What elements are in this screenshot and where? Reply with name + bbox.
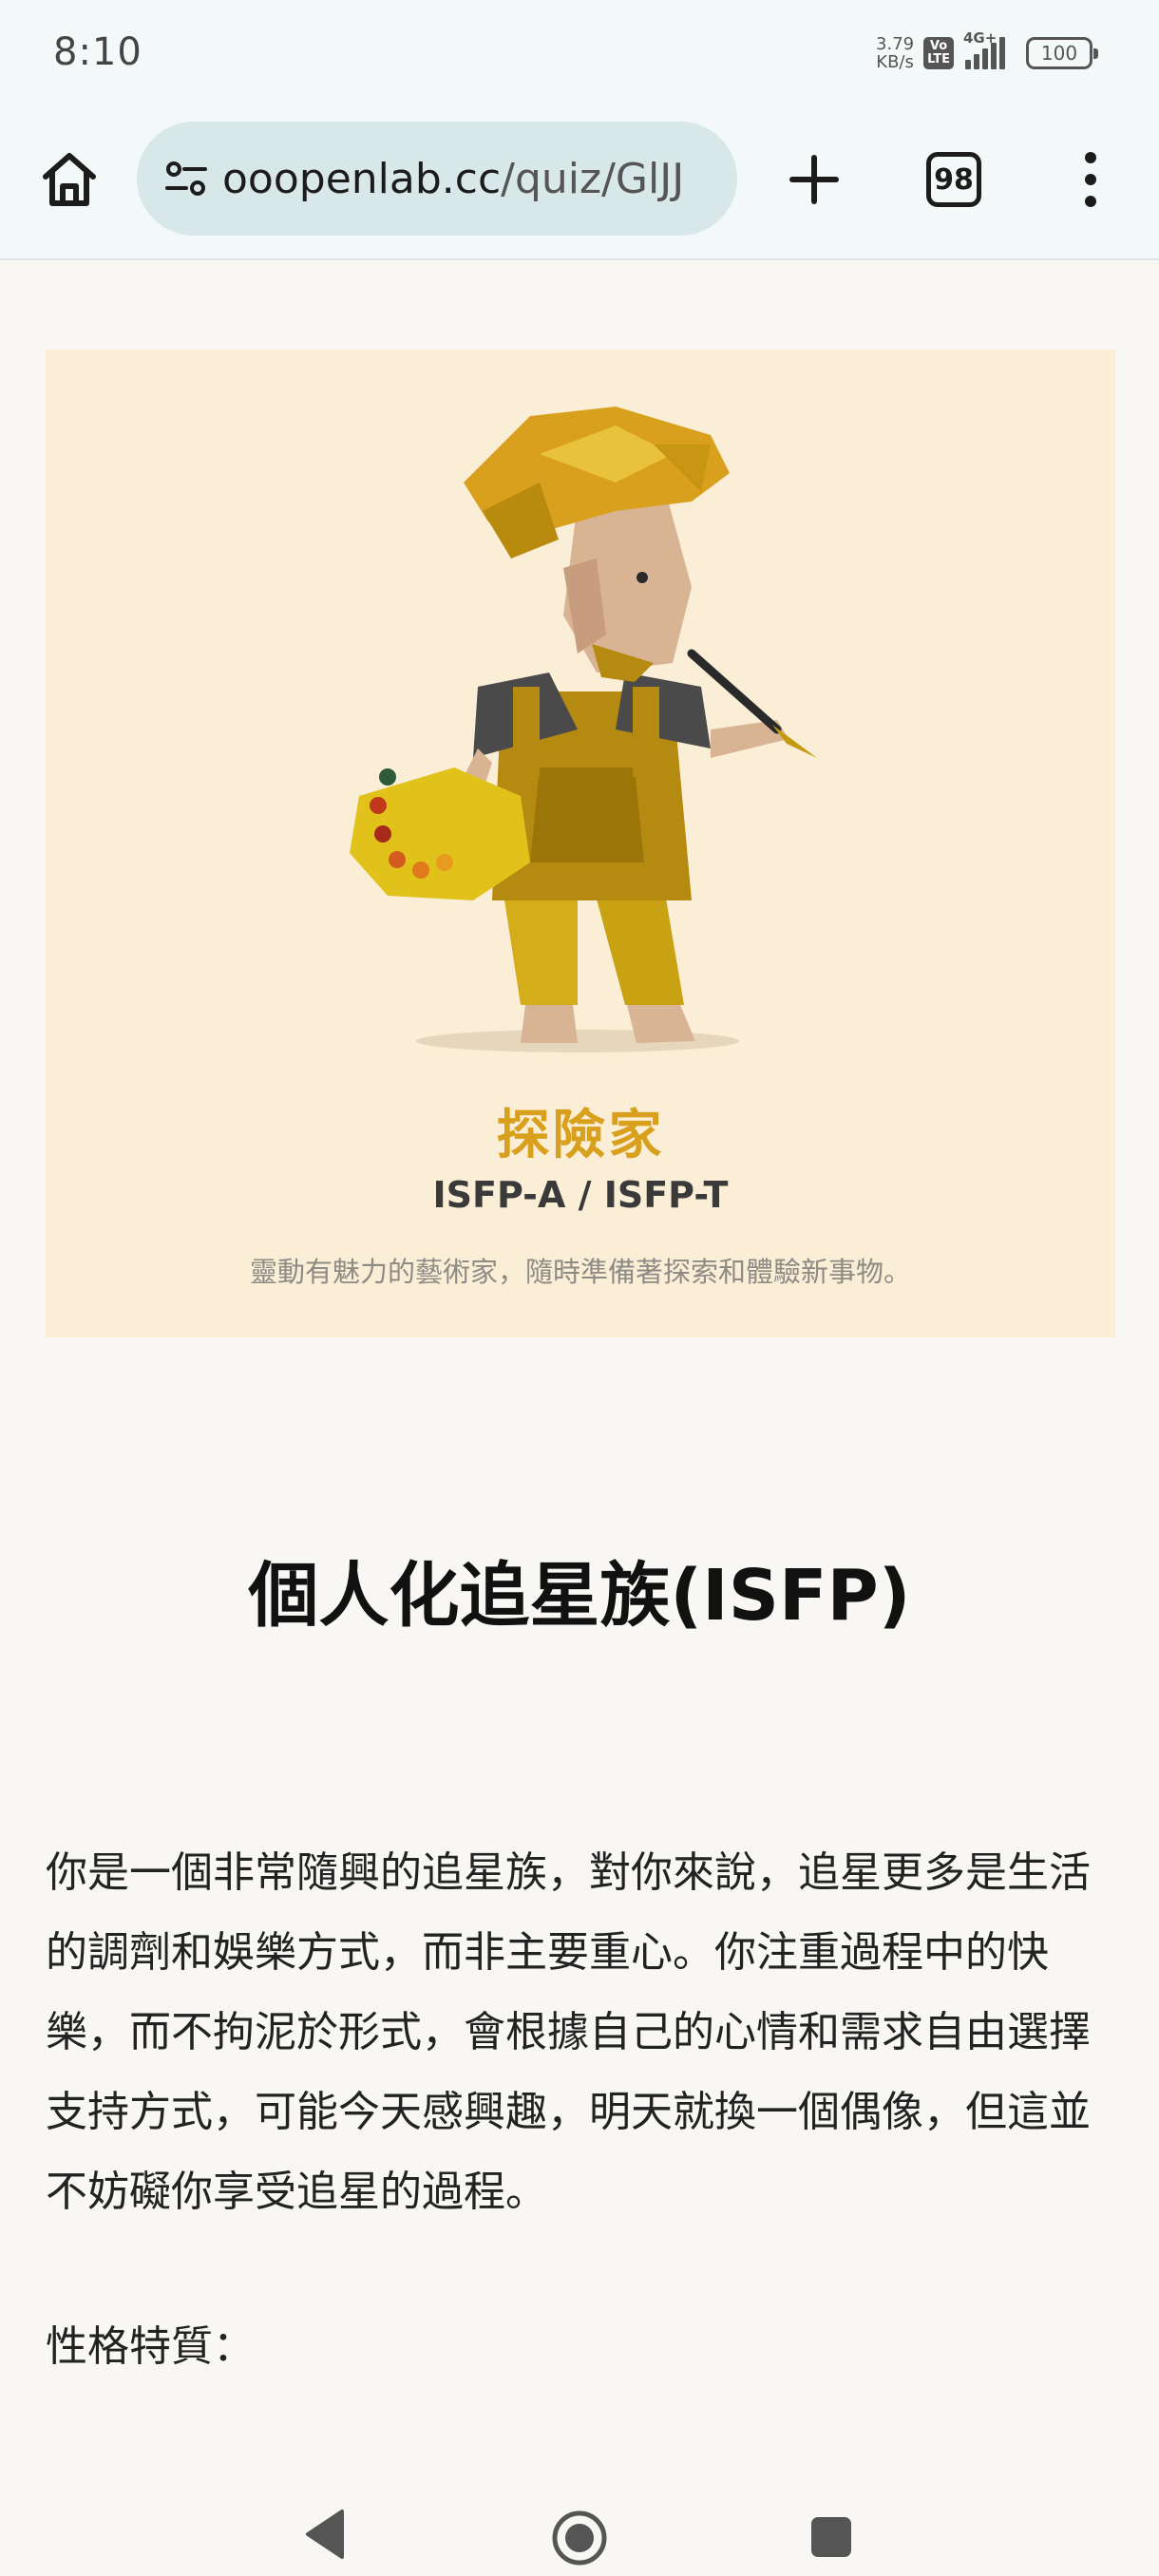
battery-icon: 100 xyxy=(1026,37,1098,69)
personality-type-description: 靈動有魅力的藝術家，隨時準備著探索和體驗新事物。 xyxy=(249,1256,911,1288)
plus-icon[interactable] xyxy=(781,146,847,213)
network-speed-value: 3.79 xyxy=(876,34,915,54)
url-text[interactable]: ooopenlab.cc/quiz/GlJJ xyxy=(222,155,707,203)
url-domain: ooopenlab.cc xyxy=(222,154,502,203)
site-settings-icon[interactable] xyxy=(162,154,211,203)
volte-icon: Vo LTE xyxy=(923,37,954,69)
cell-signal-icon: 4G+ xyxy=(963,29,1005,69)
result-description: 你是一個非常隨興的追星族，對你來說，追星更多是生活的調劑和娛樂方式，而非主要重心… xyxy=(46,1848,1091,2216)
personality-type-code: ISFP-A / ISFP-T xyxy=(432,1174,729,1216)
url-path: /quiz/GlJJ xyxy=(501,154,685,203)
browser-toolbar: ooopenlab.cc/quiz/GlJJ 98 xyxy=(0,112,1159,260)
personality-type-name: 探險家 xyxy=(496,1105,665,1166)
result-title: 個人化追星族(ISFP) xyxy=(248,1555,911,1637)
volte-bottom-text: LTE xyxy=(927,52,950,66)
address-bar[interactable]: ooopenlab.cc/quiz/GlJJ xyxy=(137,122,737,236)
home-nav-icon[interactable] xyxy=(551,2510,608,2567)
result-hero-image: 探險家 ISFP-A / ISFP-T 靈動有魅力的藝術家，隨時準備著探索和體驗… xyxy=(46,350,1115,1337)
volte-top-text: Vo xyxy=(929,39,948,53)
artist-character-illustration xyxy=(350,407,817,1052)
tab-switcher-button[interactable]: 98 xyxy=(926,152,981,207)
battery-level: 100 xyxy=(1040,42,1078,65)
more-menu-icon[interactable] xyxy=(1074,146,1108,213)
home-icon[interactable] xyxy=(36,146,103,213)
back-icon[interactable] xyxy=(302,2508,348,2561)
system-navigation-bar xyxy=(0,2432,1159,2576)
traits-heading: 性格特質： xyxy=(46,2322,255,2371)
status-icons: 3.79 KB/s Vo LTE 4G+ 100 xyxy=(876,28,1098,78)
network-speed-unit: KB/s xyxy=(876,52,914,72)
status-time: 8:10 xyxy=(53,30,142,74)
status-bar: 8:10 3.79 KB/s Vo LTE 4G+ 100 xyxy=(0,0,1159,112)
recents-icon[interactable] xyxy=(811,2517,851,2557)
network-speed: 3.79 KB/s xyxy=(876,35,914,71)
network-type: 4G+ xyxy=(963,29,998,47)
